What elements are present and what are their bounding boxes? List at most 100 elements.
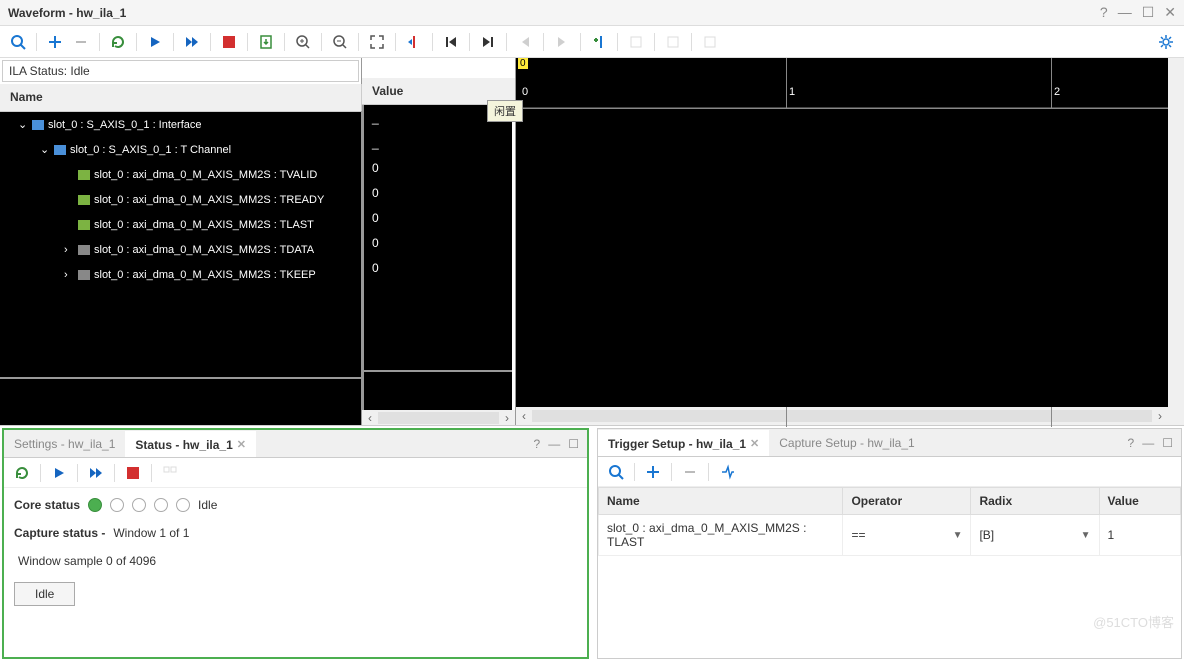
tab-trigger-setup[interactable]: Trigger Setup - hw_ila_1✕ (598, 430, 769, 456)
trigger-search-icon[interactable] (604, 460, 628, 484)
marker-c-icon[interactable] (698, 30, 722, 54)
capture-status-label: Capture status - (14, 526, 105, 540)
goto-end-icon[interactable] (476, 30, 500, 54)
panel-help-icon[interactable]: ? (534, 437, 541, 451)
th-name[interactable]: Name (599, 488, 843, 515)
signal-icon (78, 245, 90, 255)
play-icon[interactable] (143, 30, 167, 54)
trigger-add-icon[interactable] (641, 460, 665, 484)
tab-settings[interactable]: Settings - hw_ila_1 (4, 432, 125, 456)
refresh-icon[interactable] (106, 30, 130, 54)
panel-minimize-icon[interactable]: — (1142, 436, 1154, 450)
expand-icon[interactable]: › (64, 244, 74, 256)
signal-name: slot_0 : axi_dma_0_M_AXIS_MM2S : TKEEP (94, 269, 316, 281)
settings-icon[interactable] (1154, 30, 1178, 54)
signal-row[interactable]: ⌄ slot_0 : S_AXIS_0_1 : Interface (0, 112, 361, 137)
signal-row[interactable]: ⌄slot_0 : S_AXIS_0_1 : T Channel (0, 137, 361, 162)
panel-minimize-icon[interactable]: — (548, 437, 560, 451)
wave-hscroll[interactable]: ‹› (516, 407, 1168, 425)
tab-close-icon[interactable]: ✕ (750, 437, 759, 450)
th-operator[interactable]: Operator (843, 488, 971, 515)
th-radix[interactable]: Radix (971, 488, 1099, 515)
ila-status-text: ILA Status: Idle (9, 64, 90, 78)
status-grid-icon[interactable] (158, 461, 182, 485)
core-status-value: Idle (198, 498, 217, 512)
prev-edge-icon[interactable] (513, 30, 537, 54)
time-ruler[interactable]: 0 0 1 2 (516, 58, 1168, 108)
signal-value: 0 (364, 205, 512, 230)
signal-row[interactable]: slot_0 : axi_dma_0_M_AXIS_MM2S : TLAST (0, 212, 361, 237)
ruler-tick-0: 0 (522, 86, 528, 98)
marker-b-icon[interactable] (661, 30, 685, 54)
expand-icon[interactable]: › (64, 269, 74, 281)
expand-icon[interactable]: ⌄ (18, 118, 28, 131)
window-title: Waveform - hw_ila_1 (8, 6, 1100, 20)
signal-name: slot_0 : axi_dma_0_M_AXIS_MM2S : TREADY (94, 194, 324, 206)
waveform-area: ILA Status: Idle Name ⌄slot_0 : S_AXIS_0… (0, 58, 1184, 426)
idle-button[interactable]: Idle (14, 582, 75, 606)
panel-maximize-icon[interactable]: ☐ (568, 437, 579, 451)
status-stop-icon[interactable] (121, 461, 145, 485)
chevron-down-icon[interactable]: ▼ (1081, 530, 1091, 541)
signal-icon (32, 120, 44, 130)
search-icon[interactable] (6, 30, 30, 54)
zoom-fit-icon[interactable] (365, 30, 389, 54)
add-icon[interactable] (43, 30, 67, 54)
tab-close-icon[interactable]: ✕ (237, 438, 246, 451)
main-toolbar (0, 26, 1184, 58)
ruler-marker[interactable]: 0 (518, 58, 528, 69)
titlebar: Waveform - hw_ila_1 ? — ☐ ✕ (0, 0, 1184, 26)
export-icon[interactable] (254, 30, 278, 54)
zoom-out-icon[interactable] (328, 30, 352, 54)
cell-value[interactable]: 1 (1099, 515, 1181, 556)
next-edge-icon[interactable] (550, 30, 574, 54)
waveform-canvas[interactable]: 0 0 1 2 ‹› (516, 58, 1168, 425)
cell-operator[interactable]: ==▼ (843, 515, 971, 556)
marker-a-icon[interactable] (624, 30, 648, 54)
add-marker-icon[interactable] (587, 30, 611, 54)
chevron-down-icon[interactable]: ▼ (953, 530, 963, 541)
fast-forward-icon[interactable] (180, 30, 204, 54)
remove-icon[interactable] (69, 30, 93, 54)
status-ff-icon[interactable] (84, 461, 108, 485)
signal-name: slot_0 : axi_dma_0_M_AXIS_MM2S : TLAST (94, 219, 314, 231)
vscroll[interactable] (1168, 58, 1184, 425)
cell-radix[interactable]: [B]▼ (971, 515, 1099, 556)
th-value[interactable]: Value (1099, 488, 1181, 515)
minimize-icon[interactable]: — (1118, 4, 1132, 21)
close-icon[interactable]: ✕ (1164, 4, 1176, 21)
signal-name: slot_0 : S_AXIS_0_1 : Interface (48, 119, 201, 131)
value-column: __00000 (362, 105, 512, 410)
goto-cursor-icon[interactable] (402, 30, 426, 54)
signal-row[interactable]: slot_0 : axi_dma_0_M_AXIS_MM2S : TREADY (0, 187, 361, 212)
table-row[interactable]: slot_0 : axi_dma_0_M_AXIS_MM2S : TLAST =… (599, 515, 1181, 556)
signal-row[interactable]: › slot_0 : axi_dma_0_M_AXIS_MM2S : TDATA (0, 237, 361, 262)
panel-maximize-icon[interactable]: ☐ (1162, 436, 1173, 450)
status-panel: Settings - hw_ila_1 Status - hw_ila_1✕ ?… (2, 428, 589, 659)
help-icon[interactable]: ? (1100, 4, 1108, 21)
status-play-icon[interactable] (47, 461, 71, 485)
signal-value: 0 (364, 230, 512, 255)
goto-start-icon[interactable] (439, 30, 463, 54)
stop-icon[interactable] (217, 30, 241, 54)
zoom-in-icon[interactable] (291, 30, 315, 54)
signal-row[interactable]: › slot_0 : axi_dma_0_M_AXIS_MM2S : TKEEP (0, 262, 361, 287)
cell-name[interactable]: slot_0 : axi_dma_0_M_AXIS_MM2S : TLAST (599, 515, 843, 556)
signal-tree[interactable]: ⌄slot_0 : S_AXIS_0_1 : Interface⌄slot_0 … (0, 112, 361, 425)
panel-help-icon[interactable]: ? (1128, 436, 1135, 450)
signal-icon (78, 170, 90, 180)
left-hscroll[interactable]: ‹› (362, 410, 515, 425)
signal-value: 0 (364, 180, 512, 205)
signal-icon (54, 145, 66, 155)
tab-status[interactable]: Status - hw_ila_1✕ (125, 431, 256, 457)
tab-capture-setup[interactable]: Capture Setup - hw_ila_1 (769, 431, 924, 455)
trigger-mode-icon[interactable] (715, 460, 739, 484)
capture-window-text: Window 1 of 1 (113, 526, 189, 540)
ruler-tick-1: 1 (789, 86, 795, 98)
maximize-icon[interactable]: ☐ (1142, 4, 1155, 21)
signal-name: slot_0 : axi_dma_0_M_AXIS_MM2S : TDATA (94, 244, 314, 256)
signal-row[interactable]: slot_0 : axi_dma_0_M_AXIS_MM2S : TVALID (0, 162, 361, 187)
trigger-remove-icon[interactable] (678, 460, 702, 484)
expand-icon[interactable]: ⌄ (40, 143, 50, 156)
status-refresh-icon[interactable] (10, 461, 34, 485)
